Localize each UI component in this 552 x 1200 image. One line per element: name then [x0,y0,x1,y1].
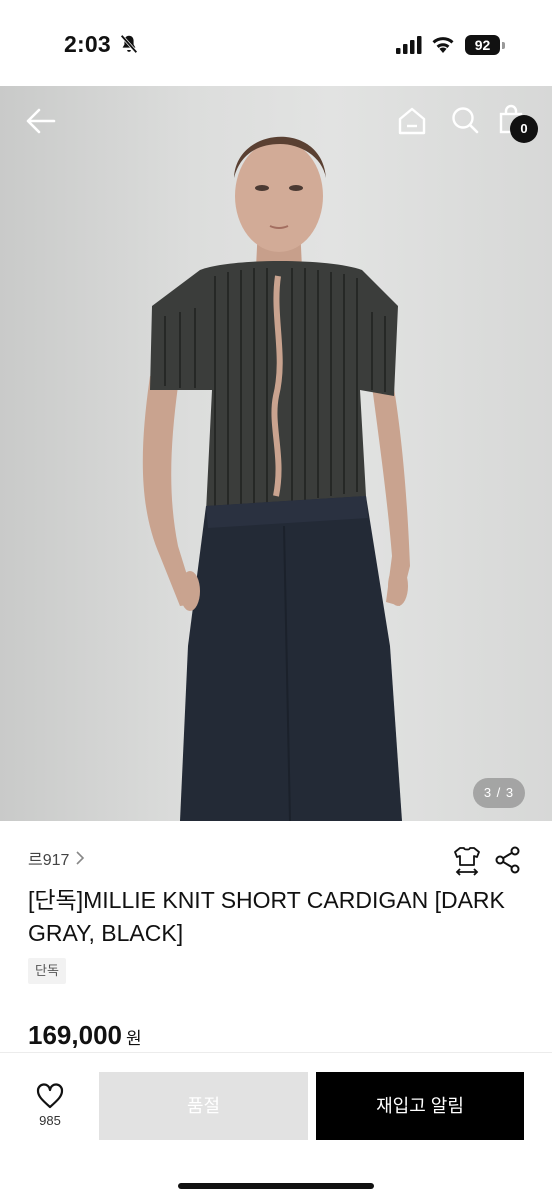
wifi-icon [432,37,454,53]
bell-off-icon [120,34,138,54]
exclusive-tag: 단독 [28,958,66,984]
share-icon[interactable] [495,846,521,874]
size-guide-icon[interactable] [452,845,482,877]
product-image-gallery[interactable]: 0 3 / 3 [0,86,552,821]
soldout-button: 품절 [99,1072,308,1140]
like-count: 985 [39,1113,61,1128]
like-button[interactable]: 985 [22,1083,78,1133]
price-unit: 원 [125,1029,142,1048]
status-bar: 2:03 92 [0,0,552,86]
signal-icon [396,36,422,54]
heart-icon [36,1083,64,1109]
brand-name: 르917 [28,852,70,869]
price-value: 169,000 [28,1020,122,1050]
home-indicator [178,1183,374,1189]
chevron-right-icon [76,851,85,865]
gallery-page-indicator: 3 / 3 [473,778,525,808]
battery-cap [502,42,505,49]
restock-alert-button[interactable]: 재입고 알림 [316,1072,524,1140]
home-icon[interactable] [396,106,428,136]
product-title: [단독]MILLIE KNIT SHORT CARDIGAN [DARK GRA… [28,887,505,946]
price: 169,000 원 [28,1020,142,1051]
bottom-action-bar: 985 품절 재입고 알림 [0,1052,552,1200]
search-icon[interactable] [450,105,480,135]
status-time: 2:03 [64,31,111,57]
back-arrow-icon[interactable] [24,106,58,136]
cart-count-badge[interactable]: 0 [510,115,538,143]
battery-icon: 92 [465,35,505,55]
battery-level: 92 [465,35,500,55]
product-photo [142,136,410,821]
brand-link[interactable]: 르917 [28,846,85,870]
